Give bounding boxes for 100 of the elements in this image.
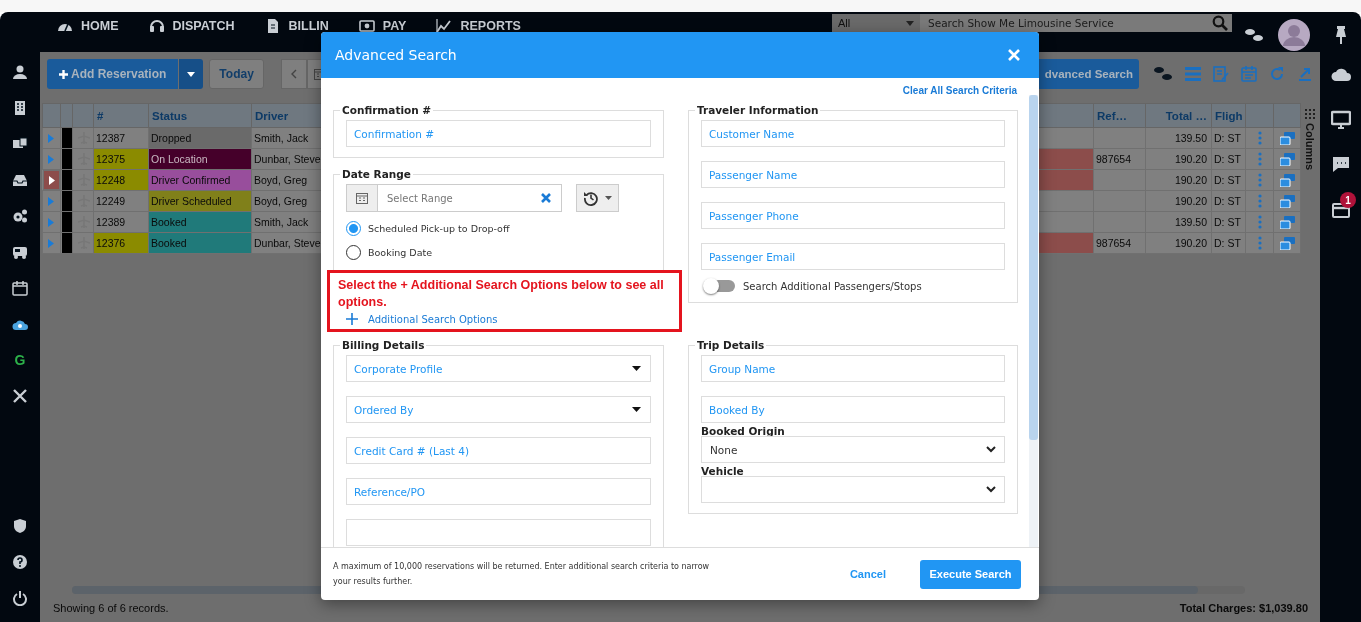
input-field[interactable]: Reference/PO <box>346 478 651 505</box>
clear-criteria-link[interactable]: Clear All Search Criteria <box>902 85 1017 96</box>
scrollbar[interactable] <box>1029 95 1038 547</box>
footprints-icon[interactable] <box>1244 28 1264 42</box>
table-cell: 139.50 <box>1145 211 1212 233</box>
money-icon <box>358 18 375 34</box>
execute-search-button[interactable]: Execute Search <box>920 559 1021 589</box>
table-cell: D: ST <box>1211 127 1246 149</box>
dropdown-field[interactable]: Corporate Profile <box>346 355 651 382</box>
bus-icon[interactable] <box>12 244 28 260</box>
radio-button[interactable] <box>346 220 361 236</box>
row-expander[interactable] <box>42 170 60 190</box>
notification-badge: 1 <box>1340 192 1356 208</box>
toggle-label: Search Additional Passengers/Stops <box>743 280 922 292</box>
caret-icon <box>906 20 914 26</box>
scope-dropdown[interactable]: All <box>832 14 920 32</box>
field-label: Vehicle <box>701 465 745 477</box>
pin-icon[interactable] <box>1333 26 1348 44</box>
search-icon[interactable] <box>1212 15 1228 31</box>
input-field[interactable]: Booked By <box>701 396 1005 423</box>
plus-icon <box>346 313 358 325</box>
cars-icon[interactable] <box>1279 236 1295 250</box>
input-field[interactable]: Customer Name <box>701 120 1005 147</box>
play-icon <box>48 133 54 143</box>
chevron-left-icon <box>290 69 297 79</box>
monitor-icon[interactable] <box>1330 109 1351 130</box>
cars-icon[interactable] <box>1279 173 1295 187</box>
table-cell: D: ST <box>1211 232 1246 254</box>
table-cell: 987654 <box>1096 153 1132 165</box>
today-button[interactable]: Today <box>209 59 264 89</box>
section-title: Date Range <box>341 168 412 180</box>
close-icon[interactable] <box>1008 49 1020 61</box>
additional-options-link[interactable]: Additional Search Options <box>346 313 498 325</box>
input-field[interactable]: Passenger Phone <box>701 202 1005 229</box>
nav-link[interactable]: BILLIN <box>288 19 329 33</box>
input-field[interactable]: Confirmation # <box>346 120 651 147</box>
columns-tab[interactable]: Columns <box>1301 103 1319 254</box>
color-strip <box>62 170 72 190</box>
table-cell: 987654 <box>1096 237 1132 249</box>
dropdown-field[interactable]: None <box>701 436 1005 463</box>
input-field[interactable]: Group Name <box>701 355 1005 382</box>
dropdown-field[interactable]: Ordered By <box>346 396 651 423</box>
option-label: Scheduled Pick-up to Drop-off <box>368 222 510 234</box>
inbox-icon[interactable] <box>12 172 28 188</box>
cars-icon[interactable] <box>1279 152 1295 166</box>
nav-link[interactable]: HOME <box>81 19 119 33</box>
play-icon <box>48 175 55 185</box>
nav-link[interactable]: REPORTS <box>460 19 521 33</box>
calendar-icon <box>356 192 368 204</box>
tools-icon[interactable] <box>12 388 28 404</box>
table-cell: 190.20 <box>1145 148 1212 170</box>
input-field[interactable]: Passenger Name <box>701 161 1005 188</box>
column-header[interactable]: Total … <box>1145 103 1212 128</box>
cars-icon[interactable] <box>1279 194 1295 208</box>
column-header[interactable]: Fligh <box>1211 103 1246 128</box>
dropdown-field[interactable] <box>701 476 1005 503</box>
table-cell: D: ST <box>1211 190 1246 212</box>
cars-icon[interactable] <box>1279 215 1295 229</box>
power-icon[interactable] <box>12 590 28 606</box>
g-logo[interactable]: G <box>14 352 26 368</box>
column-header[interactable]: # <box>93 103 149 128</box>
cancel-button[interactable]: Cancel <box>841 564 894 584</box>
color-strip <box>62 128 72 148</box>
input-field[interactable]: Passenger Email <box>701 243 1005 270</box>
section-title: Trip Details <box>696 339 766 351</box>
user-icon[interactable] <box>12 64 28 80</box>
table-cell: 139.50 <box>1145 127 1212 149</box>
color-strip <box>62 149 72 169</box>
section-title: Traveler Information <box>696 104 820 116</box>
caret-icon <box>632 366 641 371</box>
clear-icon[interactable] <box>541 193 551 203</box>
radio-button[interactable] <box>346 244 361 260</box>
dropdown-button[interactable] <box>179 59 204 89</box>
nav-link[interactable]: DISPATCH <box>172 19 235 33</box>
input-field[interactable]: Credit Card # (Last 4) <box>346 437 651 464</box>
chat-icon[interactable] <box>1330 154 1351 175</box>
chevron-down-icon <box>986 446 996 453</box>
toggle-switch[interactable] <box>705 280 735 292</box>
play-icon <box>48 238 54 248</box>
help-icon[interactable] <box>12 554 28 570</box>
color-strip <box>62 233 72 253</box>
date-picker[interactable]: Select Range <box>346 184 562 212</box>
add-reservation-button[interactable]: Add Reservation <box>47 59 179 89</box>
calendar-icon[interactable] <box>12 280 28 296</box>
nav-link[interactable]: PAY <box>382 19 407 33</box>
column-header[interactable]: Ref… <box>1093 103 1146 128</box>
building-icon[interactable] <box>12 100 28 116</box>
headset-icon <box>148 18 165 34</box>
play-icon <box>48 196 54 206</box>
cars-icon[interactable] <box>1279 131 1295 145</box>
field-label: Booked Origin <box>701 425 786 437</box>
table-cell: 190.20 <box>1145 169 1212 191</box>
input-field[interactable] <box>346 519 651 546</box>
dialog-title: Advanced Search <box>335 47 457 63</box>
table-cell: D: ST <box>1211 148 1246 170</box>
avatar-icon[interactable] <box>1278 19 1310 51</box>
history-button[interactable] <box>576 184 619 212</box>
gears-icon[interactable] <box>12 208 28 224</box>
shield-icon[interactable] <box>12 518 28 534</box>
column-header[interactable]: Status <box>148 103 252 128</box>
